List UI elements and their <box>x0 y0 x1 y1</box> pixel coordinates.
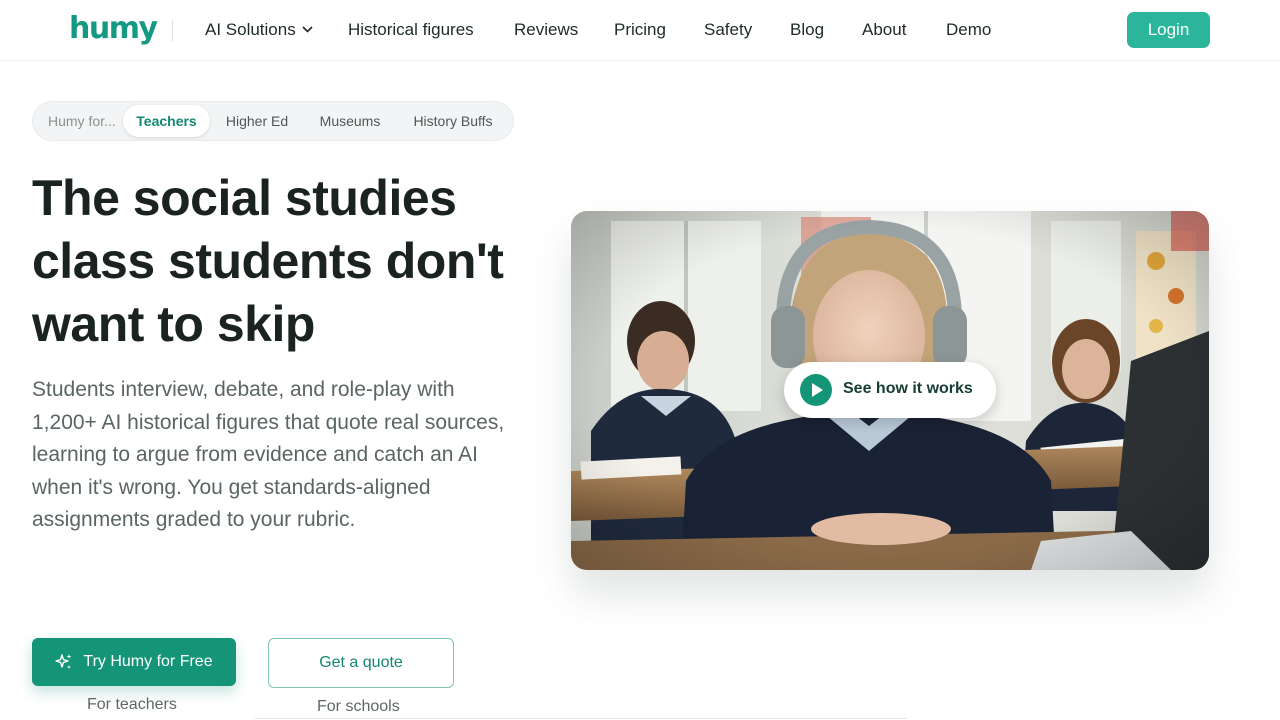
sparkle-icon <box>55 654 72 669</box>
audience-switcher: Humy for... Teachers Higher Ed Museums H… <box>32 101 514 141</box>
nav-reviews[interactable]: Reviews <box>514 19 578 41</box>
nav-blog[interactable]: Blog <box>790 19 824 41</box>
nav-about[interactable]: About <box>862 19 906 41</box>
hero-title: The social studies class students don't … <box>32 170 504 352</box>
get-quote-button[interactable]: Get a quote <box>268 638 454 688</box>
nav-historical-figures[interactable]: Historical figures <box>348 19 474 41</box>
see-how-it-works-button[interactable]: See how it works <box>784 362 996 418</box>
primary-cta-note: For teachers <box>87 696 177 713</box>
secondary-cta-note: For schools <box>317 698 400 715</box>
chevron-down-icon <box>302 25 313 33</box>
hero-subtitle: Students interview, debate, and role-pla… <box>32 378 505 531</box>
audience-tab-teachers[interactable]: Teachers <box>123 105 210 137</box>
login-button[interactable]: Login <box>1127 12 1210 48</box>
see-how-it-works-label: See how it works <box>843 380 973 397</box>
play-icon <box>800 374 832 406</box>
audience-tab-history-buffs[interactable]: History Buffs <box>405 105 501 137</box>
audience-prefix: Humy for... <box>48 113 116 129</box>
section-divider <box>255 718 907 719</box>
try-free-label: Try Humy for Free <box>83 653 213 670</box>
nav-pricing[interactable]: Pricing <box>614 19 666 41</box>
logo-divider <box>172 20 173 41</box>
nav-ai-solutions-label: AI Solutions <box>205 20 296 39</box>
nav-safety[interactable]: Safety <box>704 19 752 41</box>
try-free-button[interactable]: Try Humy for Free <box>32 638 236 686</box>
humy-logo[interactable]: humy <box>69 12 158 46</box>
nav-ai-solutions[interactable]: AI Solutions <box>205 19 313 41</box>
site-header: humy AI Solutions Historical figures Rev… <box>0 0 1280 61</box>
nav-demo[interactable]: Demo <box>946 19 991 41</box>
audience-tab-museums[interactable]: Museums <box>311 105 389 137</box>
audience-tab-higher-ed[interactable]: Higher Ed <box>216 105 298 137</box>
